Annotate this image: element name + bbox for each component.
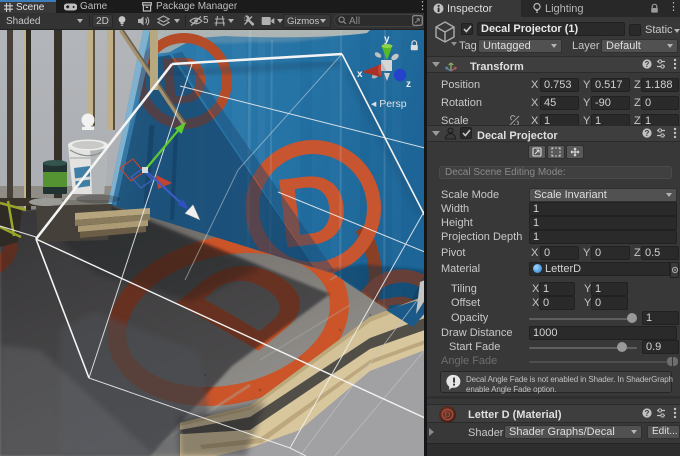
svg-text:?: ? <box>645 409 650 418</box>
svg-text:y: y <box>384 34 390 45</box>
svg-text:D: D <box>444 410 450 420</box>
svg-text:?: ? <box>645 129 650 138</box>
svg-text:◂ Persp: ◂ Persp <box>371 98 407 110</box>
svg-text:z: z <box>406 79 411 90</box>
svg-text:x: x <box>357 69 363 80</box>
svg-text:?: ? <box>645 60 650 69</box>
